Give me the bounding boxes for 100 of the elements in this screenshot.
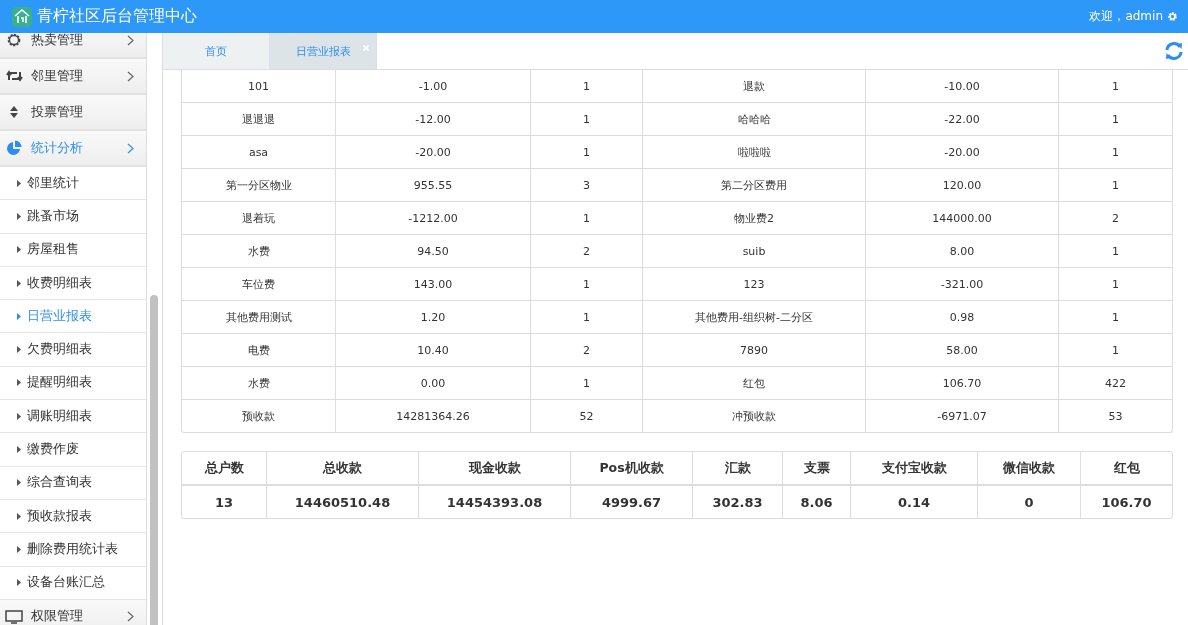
app-title: 青柠社区后台管理中心 (37, 6, 197, 27)
table-cell: 7890 (643, 334, 866, 367)
table-cell: 8.00 (866, 235, 1059, 268)
table-cell: -10.00 (866, 70, 1059, 103)
table-cell: 2 (1059, 202, 1172, 235)
sidebar-submenu-item[interactable]: 综合查询表 (0, 466, 147, 500)
table-cell: 2 (531, 334, 643, 367)
sidebar-submenu-item[interactable]: 欠费明细表 (0, 333, 147, 367)
table-cell: 电费 (182, 334, 336, 367)
table-cell: 1 (1059, 136, 1172, 169)
chevron-icon (127, 142, 135, 154)
table-cell: 啦啦啦 (643, 136, 866, 169)
table-cell: 0.14 (851, 486, 978, 518)
caret-icon (17, 279, 21, 287)
table-cell: 冲预收款 (643, 400, 866, 432)
column-header: 支付宝收款 (851, 452, 978, 486)
column-header: 微信收款 (978, 452, 1081, 486)
sidebar-submenu-item[interactable]: 设备台账汇总 (0, 566, 147, 600)
caret-icon (17, 246, 21, 254)
refresh-icon[interactable] (1164, 41, 1184, 61)
table-cell: -1.00 (336, 70, 531, 103)
table-cell: 退款 (643, 70, 866, 103)
caret-icon (17, 579, 21, 587)
table-cell: 14454393.08 (419, 486, 571, 518)
table-cell: 车位费 (182, 268, 336, 301)
sidebar-submenu-item[interactable]: 跳蚤市场 (0, 200, 147, 234)
table-cell: 1 (1059, 334, 1172, 367)
table-cell: -20.00 (336, 136, 531, 169)
column-header: 现金收款 (419, 452, 571, 486)
column-header: 支票 (783, 452, 851, 486)
table-cell: 1 (531, 301, 643, 334)
sidebar-submenu-item[interactable]: 预收款报表 (0, 499, 147, 534)
sidebar-menu-item[interactable]: 邻里管理 (0, 59, 147, 95)
table-cell: 水费 (182, 367, 336, 400)
chevron-icon (127, 611, 135, 623)
scrollbar-thumb[interactable] (150, 295, 159, 625)
table-cell: 106.70 (866, 367, 1059, 400)
sidebar-submenu-item[interactable]: 收费明细表 (0, 266, 147, 301)
sidebar-submenu-item[interactable]: 缴费作废 (0, 433, 147, 467)
sidebar-menu-item[interactable]: 热卖管理 (0, 33, 147, 59)
table-cell: 1.20 (336, 301, 531, 334)
column-header: 总收款 (267, 452, 419, 486)
monitor-icon (5, 609, 23, 624)
column-header: 汇款 (693, 452, 783, 486)
caret-icon (17, 212, 21, 220)
caret-icon (17, 412, 21, 420)
retweet-icon (5, 70, 23, 82)
table-cell: 1 (531, 103, 643, 136)
table-cell: -22.00 (866, 103, 1059, 136)
table-cell: 1 (1059, 301, 1172, 334)
house-logo-icon (12, 6, 32, 27)
sidebar-submenu-item[interactable]: 邻里统计 (0, 167, 147, 201)
table-cell: 14460510.48 (267, 486, 419, 518)
table-cell: 1 (1059, 70, 1172, 103)
column-header: Pos机收款 (571, 452, 693, 486)
welcome-text: 欢迎，admin (1089, 8, 1163, 25)
sidebar-menu-item[interactable]: 权限管理 (0, 599, 147, 625)
table-cell: 1 (531, 268, 643, 301)
chevron-icon (127, 70, 135, 82)
settings-icon[interactable] (1167, 11, 1178, 22)
table-cell: 3 (531, 169, 643, 202)
table-cell: 123 (643, 268, 866, 301)
sort-icon (9, 105, 19, 119)
sidebar-submenu-item[interactable]: 房屋租售 (0, 233, 147, 267)
table-cell: 4999.67 (571, 486, 693, 518)
sidebar-submenu-item[interactable]: 删除费用统计表 (0, 533, 147, 567)
table-cell: suib (643, 235, 866, 268)
table-cell: 58.00 (866, 334, 1059, 367)
table-cell: 1 (1059, 103, 1172, 136)
table-cell: 1 (1059, 235, 1172, 268)
table-cell: 0.98 (866, 301, 1059, 334)
column-header: 红包 (1081, 452, 1172, 486)
table-cell: 第一分区物业 (182, 169, 336, 202)
sidebar-menu-item[interactable]: 投票管理 (0, 95, 147, 131)
table-cell: 第二分区费用 (643, 169, 866, 202)
sidebar-submenu-item[interactable]: 日营业报表 (0, 300, 147, 334)
table-cell: 1 (1059, 268, 1172, 301)
table-cell: 1 (531, 70, 643, 103)
table-cell-text: 106.70 (1100, 493, 1153, 512)
table-cell: 10.40 (336, 334, 531, 367)
table-cell: -6971.07 (866, 400, 1059, 432)
table-cell: 302.83 (693, 486, 783, 518)
chevron-icon (127, 34, 135, 46)
table-cell: 其他费用-组织树-二分区 (643, 301, 866, 334)
table-cell: 1 (531, 136, 643, 169)
table-cell: -1212.00 (336, 202, 531, 235)
table-cell: 哈哈哈 (643, 103, 866, 136)
sidebar-submenu-item[interactable]: 提醒明细表 (0, 366, 147, 401)
sidebar-submenu-item[interactable]: 调账明细表 (0, 400, 147, 434)
caret-icon (17, 312, 21, 320)
table-cell: 101 (182, 70, 336, 103)
table-cell: 1 (1059, 169, 1172, 202)
table-cell: 其他费用测试 (182, 301, 336, 334)
table-cell: 13 (182, 486, 267, 518)
table-cell: 14281364.26 (336, 400, 531, 432)
caret-icon (17, 545, 21, 553)
gear-icon (6, 33, 22, 48)
table-cell: 94.50 (336, 235, 531, 268)
table-cell: 预收款 (182, 400, 336, 432)
table-cell: 1 (531, 367, 643, 400)
